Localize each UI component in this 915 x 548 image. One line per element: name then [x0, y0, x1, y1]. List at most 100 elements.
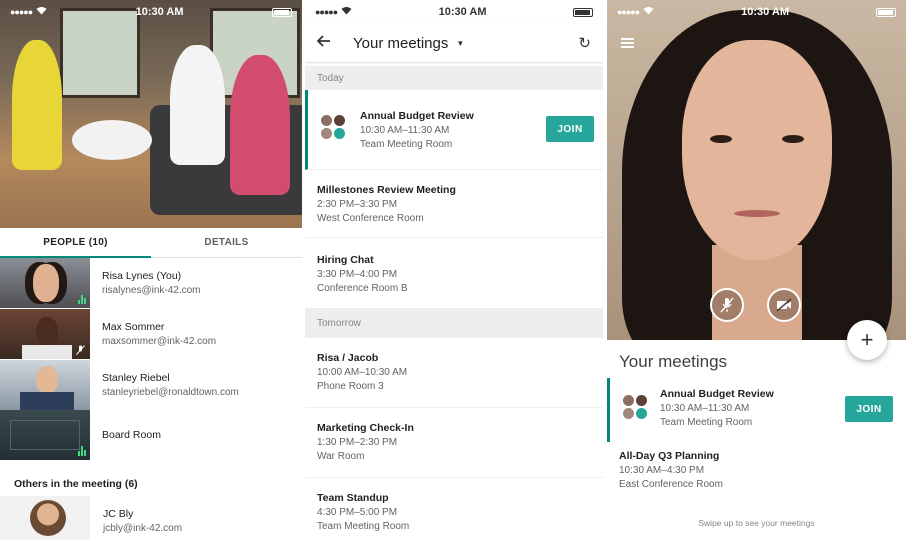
camera-off-button[interactable] — [767, 288, 801, 322]
page-title[interactable]: Your meetings — [353, 35, 448, 52]
meeting-item[interactable]: Hiring Chat 3:30 PM–4:00 PM Conference R… — [305, 238, 603, 308]
participant-video-thumb — [0, 410, 90, 460]
others-heading: Others in the meeting (6) — [14, 478, 138, 490]
meeting-item[interactable]: Annual Budget Review 10:30 AM–11:30 AM T… — [305, 90, 603, 170]
selfie-eye-shape — [782, 135, 804, 143]
participant-name: Board Room — [102, 429, 161, 441]
phone-call-participants: ●●●●● 10:30 AM PEOPLE (10) DETAILS Risa … — [0, 0, 302, 548]
meeting-room: Conference Room B — [317, 283, 408, 294]
status-time: 10:30 AM — [135, 6, 184, 18]
section-header-today: Today — [305, 66, 603, 90]
group-video-feed — [0, 0, 302, 228]
meeting-time: 2:30 PM–3:30 PM — [317, 199, 398, 210]
signal-icon: ●●●●● — [617, 7, 640, 17]
speaking-indicator-icon — [78, 294, 86, 304]
status-time: 10:30 AM — [741, 6, 790, 18]
speaking-indicator-icon — [78, 446, 86, 456]
battery-icon — [875, 7, 896, 17]
phone-meetings-list: ●●●●● 10:30 AM Your meetings ▼ ↻ Today A… — [305, 0, 603, 548]
meeting-room: War Room — [317, 451, 365, 462]
wifi-icon — [643, 6, 654, 18]
participant-name: Risa Lynes (You) — [102, 270, 182, 282]
battery-icon — [271, 7, 292, 17]
meeting-item[interactable]: Annual Budget Review 10:30 AM–11:30 AM T… — [607, 378, 906, 442]
status-bar: ●●●●● 10:30 AM — [0, 0, 302, 24]
battery-icon — [572, 7, 593, 17]
tab-people[interactable]: PEOPLE (10) — [0, 228, 151, 258]
selfie-face-shape — [682, 40, 832, 260]
back-arrow-icon[interactable] — [316, 34, 331, 52]
self-video-preview — [607, 0, 906, 340]
participant-video-thumb — [0, 309, 90, 359]
section-header-tomorrow: Tomorrow — [305, 308, 603, 338]
participant-email: stanleyriebel@ronaldtown.com — [102, 387, 239, 398]
meeting-time: 3:30 PM–4:00 PM — [317, 269, 398, 280]
participant-shirt-shape — [20, 392, 74, 410]
meeting-time: 1:30 PM–2:30 PM — [317, 437, 398, 448]
participant-video-thumb — [0, 360, 90, 410]
participant-email: maxsommer@ink-42.com — [102, 336, 217, 347]
meeting-room: West Conference Room — [317, 213, 424, 224]
selfie-mouth-shape — [734, 210, 780, 217]
room-screen-shape — [10, 420, 80, 450]
participant-face-shape — [36, 366, 58, 394]
add-meeting-button[interactable]: + — [847, 320, 887, 360]
mic-muted-icon — [76, 345, 85, 355]
participant-row[interactable]: Board Room — [0, 410, 302, 460]
mic-off-button[interactable] — [710, 288, 744, 322]
section-title: Your meetings — [619, 352, 728, 371]
phone-self-preview: ●●●●● 10:30 AM + Your meetings Annual Bu… — [607, 0, 906, 548]
participant-row[interactable]: Risa Lynes (You) risalynes@ink-42.com — [0, 258, 302, 308]
video-person-shape — [230, 55, 290, 195]
meeting-item[interactable]: All-Day Q3 Planning 10:30 AM–4:30 PM Eas… — [607, 450, 906, 502]
meeting-title: Risa / Jacob — [317, 352, 379, 364]
participant-name: Stanley Riebel — [102, 372, 170, 384]
swipe-hint: Swipe up to see your meetings — [698, 518, 815, 528]
participant-shirt-shape — [22, 345, 72, 359]
join-button[interactable]: JOIN — [546, 116, 594, 142]
video-off-icon — [776, 298, 792, 312]
participant-name: Max Sommer — [102, 321, 165, 333]
participant-row[interactable]: Max Sommer maxsommer@ink-42.com — [0, 309, 302, 359]
meeting-room: Phone Room 3 — [317, 381, 384, 392]
meeting-time: 10:30 AM–4:30 PM — [619, 465, 705, 476]
attendee-avatars — [320, 114, 348, 142]
participant-row[interactable]: Stanley Riebel stanleyriebel@ronaldtown.… — [0, 360, 302, 410]
meeting-item[interactable]: Team Standup 4:30 PM–5:00 PM Team Meetin… — [305, 478, 603, 548]
meeting-room: East Conference Room — [619, 479, 723, 490]
status-bar: ●●●●● 10:30 AM — [607, 0, 906, 24]
participant-face-shape — [36, 317, 58, 347]
refresh-icon[interactable]: ↻ — [578, 34, 591, 52]
participant-tabs: PEOPLE (10) DETAILS — [0, 228, 302, 258]
meeting-room: Team Meeting Room — [317, 521, 410, 532]
app-bar: Your meetings ▼ ↻ — [305, 24, 603, 62]
meeting-title: Marketing Check-In — [317, 422, 414, 434]
meeting-time: 4:30 PM–5:00 PM — [317, 507, 398, 518]
status-bar: ●●●●● 10:30 AM — [305, 0, 603, 24]
selfie-eye-shape — [710, 135, 732, 143]
meeting-item[interactable]: Risa / Jacob 10:00 AM–10:30 AM Phone Roo… — [305, 338, 603, 408]
video-person-shape — [170, 45, 225, 165]
participant-video-thumb — [0, 258, 90, 308]
attendee-avatars — [622, 394, 650, 422]
wifi-icon — [341, 6, 352, 18]
participant-email: risalynes@ink-42.com — [102, 285, 201, 296]
meeting-item[interactable]: Marketing Check-In 1:30 PM–2:30 PM War R… — [305, 408, 603, 478]
mic-off-icon — [720, 297, 734, 313]
participant-name: JC Bly — [103, 508, 134, 520]
video-table-shape — [72, 120, 152, 160]
video-person-shape — [12, 40, 62, 170]
participant-face-shape — [33, 264, 59, 302]
join-button[interactable]: JOIN — [845, 396, 893, 422]
others-list-item[interactable]: JC Bly jcbly@ink-42.com — [103, 508, 182, 534]
meeting-time: 10:00 AM–10:30 AM — [317, 367, 408, 378]
tab-details[interactable]: DETAILS — [151, 228, 302, 257]
chevron-down-icon[interactable]: ▼ — [456, 39, 464, 48]
meeting-item[interactable]: Millestones Review Meeting 2:30 PM–3:30 … — [305, 170, 603, 238]
signal-icon: ●●●●● — [315, 7, 338, 17]
menu-icon[interactable] — [621, 38, 634, 48]
participant-email: jcbly@ink-42.com — [103, 523, 183, 534]
meeting-title: Team Standup — [317, 492, 389, 504]
signal-icon: ●●●●● — [10, 7, 33, 17]
wifi-icon — [36, 6, 47, 18]
